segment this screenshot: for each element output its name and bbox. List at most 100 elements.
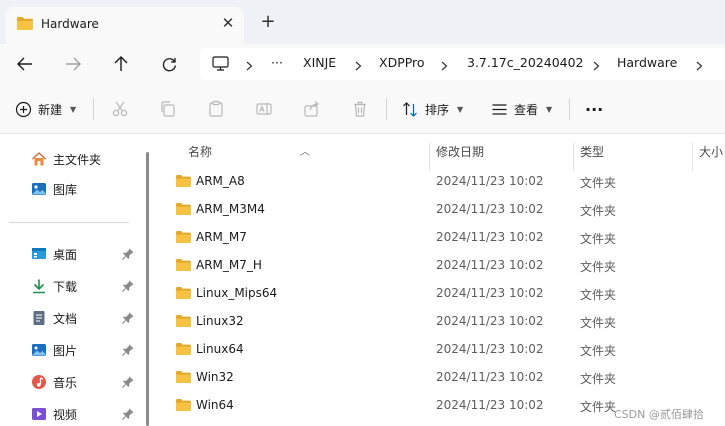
cut-button[interactable] — [109, 98, 131, 120]
file-name: Linux32 — [196, 314, 244, 328]
music-icon — [32, 375, 46, 389]
file-modified-date: 2024/11/23 10:02 — [436, 174, 544, 188]
breadcrumb-item[interactable]: 3.7.17c_20240402 — [467, 55, 584, 70]
arrow-left-icon — [17, 57, 32, 71]
file-row[interactable]: Linux64 2024/11/23 10:02 文件夹 — [158, 335, 725, 363]
breadcrumb-item[interactable]: XDPPro — [379, 55, 425, 70]
divider — [386, 98, 387, 120]
computer-icon[interactable] — [212, 56, 229, 74]
sidebar-item-gallery[interactable]: 图库 — [0, 175, 140, 203]
file-type: 文件夹 — [580, 204, 617, 218]
sort-ascending-icon: ︿ — [300, 147, 310, 158]
scissors-icon — [112, 101, 128, 117]
file-name: ARM_M7 — [196, 230, 247, 244]
back-button[interactable] — [15, 54, 35, 74]
sidebar-item-music[interactable]: 音乐 — [0, 368, 140, 396]
sidebar-item-label: 文档 — [53, 312, 78, 326]
sidebar-item-videos[interactable]: 视频 — [0, 400, 140, 426]
pictures-icon — [32, 344, 46, 356]
file-type: 文件夹 — [580, 400, 617, 414]
breadcrumb-item-current[interactable]: Hardware — [617, 55, 677, 70]
view-button[interactable]: 查看 ▼ — [491, 97, 552, 121]
refresh-button[interactable] — [159, 54, 179, 74]
forward-button[interactable] — [63, 54, 83, 74]
file-row[interactable]: Linux32 2024/11/23 10:02 文件夹 — [158, 307, 725, 335]
copy-icon — [161, 101, 175, 117]
delete-button[interactable] — [349, 98, 371, 120]
file-row[interactable]: Win32 2024/11/23 10:02 文件夹 — [158, 363, 725, 391]
up-button[interactable] — [111, 54, 131, 74]
new-button[interactable]: 新建 ▼ — [15, 97, 76, 121]
pin-icon — [122, 248, 134, 260]
file-modified-date: 2024/11/23 10:02 — [436, 370, 544, 384]
folder-icon — [175, 258, 192, 275]
folder-icon — [175, 286, 192, 303]
divider — [93, 98, 94, 120]
sidebar-item-label: 图片 — [53, 344, 78, 358]
sidebar-scrollbar[interactable] — [146, 152, 149, 426]
file-modified-date: 2024/11/23 10:02 — [436, 286, 544, 300]
tab-title: Hardware — [41, 17, 99, 31]
home-icon — [32, 152, 46, 166]
sidebar-item-label: 图库 — [53, 183, 78, 197]
rename-button[interactable] — [253, 98, 275, 120]
file-row[interactable]: ARM_A8 2024/11/23 10:02 文件夹 — [158, 167, 725, 195]
folder-icon — [175, 342, 192, 359]
pin-icon — [122, 408, 134, 420]
file-type: 文件夹 — [580, 288, 617, 302]
sidebar-item-home[interactable]: 主文件夹 — [0, 145, 140, 173]
gallery-icon — [32, 183, 46, 195]
sidebar-item-label: 下载 — [53, 280, 78, 294]
chevron-right-icon — [355, 60, 362, 74]
file-modified-date: 2024/11/23 10:02 — [436, 398, 544, 412]
new-tab-button[interactable]: + — [258, 12, 278, 32]
file-type: 文件夹 — [580, 176, 617, 190]
more-options-button[interactable]: ··· — [585, 97, 603, 121]
breadcrumb-item[interactable]: XINJE — [303, 55, 336, 70]
share-button[interactable] — [301, 98, 323, 120]
desktop-icon — [32, 248, 46, 259]
pin-icon — [122, 280, 134, 292]
column-header-row: ︿ 名称 修改日期 类型 大小 — [158, 135, 725, 171]
sort-button[interactable]: 排序 ▼ — [402, 97, 463, 121]
file-row[interactable]: ARM_M7 2024/11/23 10:02 文件夹 — [158, 223, 725, 251]
column-header-name[interactable]: 名称 — [188, 143, 212, 160]
file-modified-date: 2024/11/23 10:02 — [436, 230, 544, 244]
file-type: 文件夹 — [580, 316, 617, 330]
chevron-down-icon: ▼ — [70, 104, 77, 114]
sidebar-item-downloads[interactable]: 下载 — [0, 272, 140, 300]
folder-icon — [175, 314, 192, 331]
arrow-right-icon — [66, 57, 81, 71]
divider — [569, 98, 570, 120]
sidebar-item-label: 桌面 — [53, 248, 78, 262]
sidebar-item-label: 视频 — [53, 408, 78, 422]
column-header-size[interactable]: 大小 — [699, 143, 723, 160]
clipboard-icon — [209, 100, 223, 117]
sidebar-item-label: 音乐 — [53, 376, 78, 390]
close-tab-button[interactable]: ✕ — [219, 14, 237, 32]
sort-button-label: 排序 — [425, 102, 450, 117]
trash-icon — [354, 101, 366, 117]
file-modified-date: 2024/11/23 10:02 — [436, 202, 544, 216]
sidebar-item-documents[interactable]: 文档 — [0, 304, 140, 332]
file-row[interactable]: Linux_Mips64 2024/11/23 10:02 文件夹 — [158, 279, 725, 307]
chevron-right-icon — [441, 60, 448, 74]
paste-button[interactable] — [205, 98, 227, 120]
chevron-down-icon: ▼ — [457, 104, 464, 114]
sidebar-item-pictures[interactable]: 图片 — [0, 336, 140, 364]
breadcrumb-overflow[interactable]: ··· — [271, 55, 283, 70]
file-list: ︿ 名称 修改日期 类型 大小 ARM_A8 2024/11/23 10:02 文件… — [158, 135, 725, 426]
documents-icon — [33, 311, 45, 325]
column-header-type[interactable]: 类型 — [580, 143, 604, 160]
tab-hardware[interactable]: Hardware ✕ — [6, 7, 244, 44]
navigation-bar: ··· XINJE XDPPro 3.7.17c_20240402 Hardwa… — [0, 44, 725, 84]
folder-icon — [175, 398, 192, 415]
sidebar-item-desktop[interactable]: 桌面 — [0, 240, 140, 268]
column-header-date[interactable]: 修改日期 — [436, 143, 484, 160]
address-bar[interactable]: ··· XINJE XDPPro 3.7.17c_20240402 Hardwa… — [200, 48, 725, 80]
folder-icon — [16, 16, 34, 34]
file-row[interactable]: ARM_M3M4 2024/11/23 10:02 文件夹 — [158, 195, 725, 223]
copy-button[interactable] — [157, 98, 179, 120]
file-row[interactable]: ARM_M7_H 2024/11/23 10:02 文件夹 — [158, 251, 725, 279]
folder-icon — [175, 370, 192, 387]
